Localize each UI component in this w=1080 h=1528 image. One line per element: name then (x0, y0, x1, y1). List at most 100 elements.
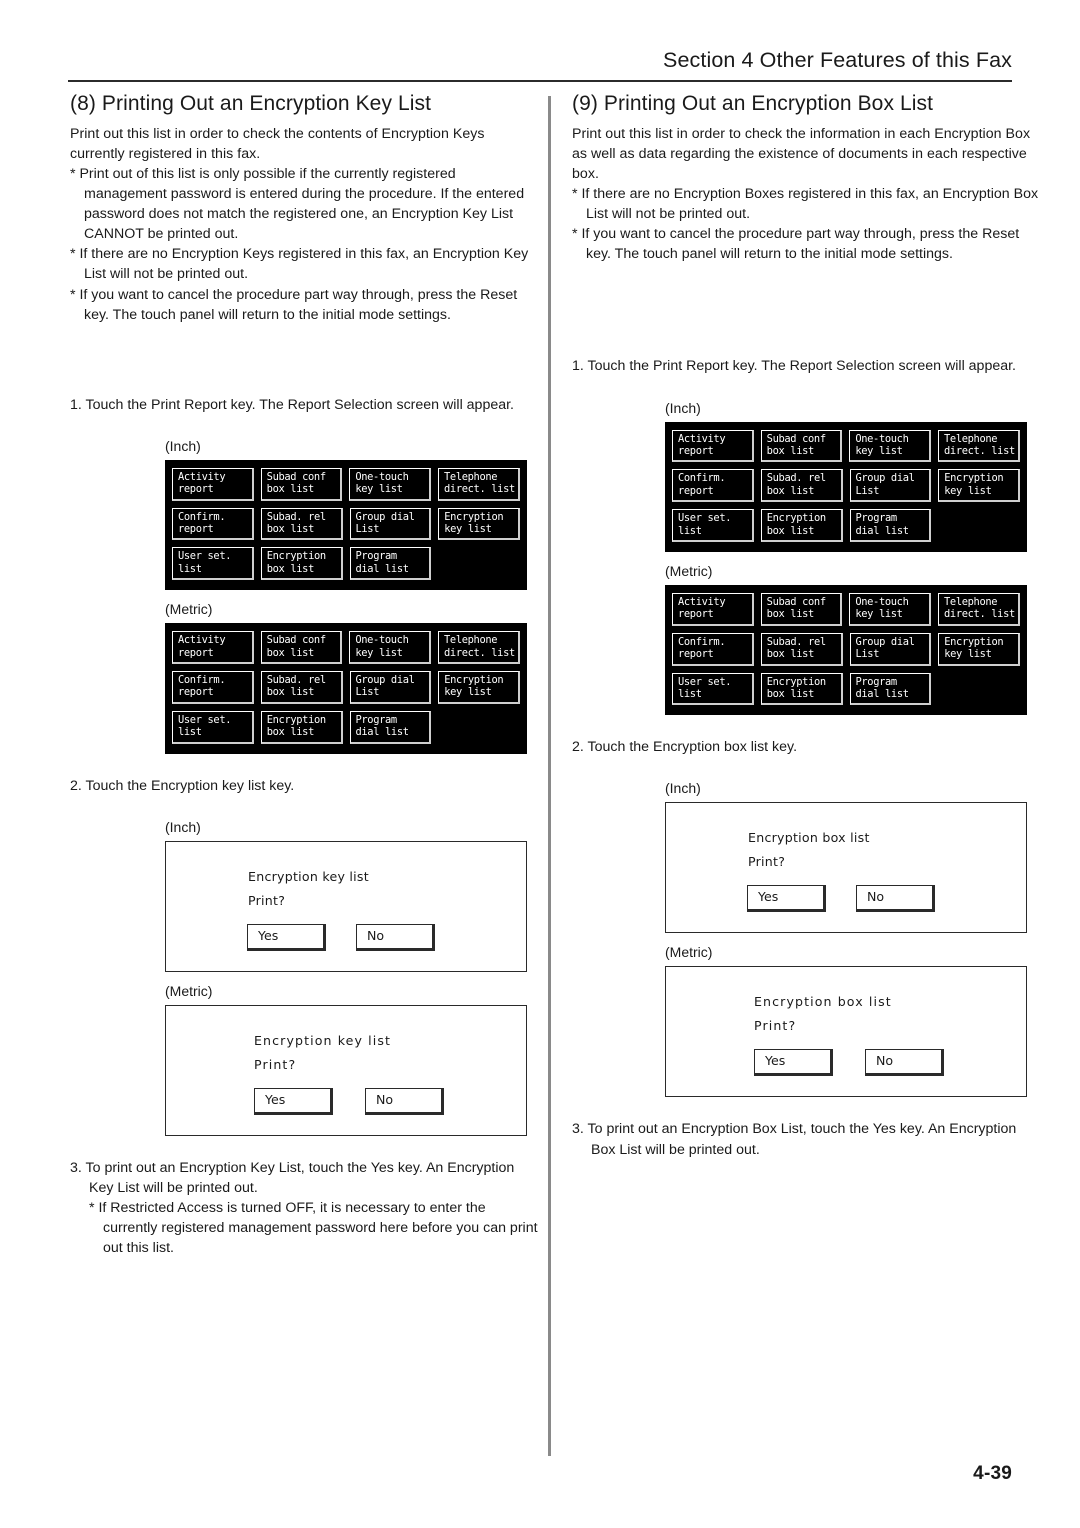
lcd-key-line2: box list (266, 523, 315, 536)
lcd-key-line1: One-touch (855, 595, 909, 608)
lcd-key-line2: key list (444, 523, 492, 536)
lcd-key-one-touch-key-list[interactable]: One-touch key list (849, 429, 932, 463)
lcd-key-one-touch-key-list[interactable]: One-touch key list (349, 467, 432, 501)
right-intro-text: Print out this list in order to check th… (572, 125, 1031, 182)
lcd-key-line2: dial list (355, 562, 410, 575)
lcd-key-group-dial-list[interactable]: Group dial List (849, 469, 932, 503)
no-button[interactable]: No (865, 1049, 944, 1077)
lcd-key-line2: direct. list (944, 444, 1015, 457)
lcd-key-activity-report[interactable]: Activity report (172, 467, 254, 501)
lcd-key-line2: box list (266, 686, 315, 699)
lcd-key-confirm-report[interactable]: Confirm. report (672, 632, 754, 666)
lcd-key-subad-rel-box-list[interactable]: Subad. rel box list (760, 632, 843, 666)
lcd-key-line1: Confirm. (678, 472, 726, 485)
lcd-key-confirm-report[interactable]: Confirm. report (172, 671, 254, 704)
lcd-key-subad-rel-box-list[interactable]: Subad. rel box list (260, 671, 343, 704)
lcd-key-encryption-key-list[interactable]: Encryption key list (438, 507, 520, 541)
lcd-key-line1: User set. (178, 550, 232, 563)
lcd-row: Activity report Subad conf box list One-… (172, 631, 521, 665)
report-selection-screen-metric[interactable]: Activity report Subad conf box list One-… (665, 584, 1027, 716)
left-dialog-unit-label-inch: (Inch) (165, 818, 201, 835)
lcd-row: Activity report Subad conf box list One-… (172, 467, 521, 501)
yes-button[interactable]: Yes (747, 885, 826, 913)
no-button[interactable]: No (856, 885, 935, 913)
left-dialog-unit-label-metric: (Metric) (165, 982, 213, 999)
lcd-key-line1: One-touch (855, 432, 909, 445)
lcd-key-encryption-key-list[interactable]: Encryption key list (438, 671, 520, 704)
lcd-key-subad-rel-box-list[interactable]: Subad. rel box list (260, 507, 343, 541)
yes-button[interactable]: Yes (254, 1087, 333, 1115)
lcd-key-one-touch-key-list[interactable]: One-touch key list (349, 631, 432, 665)
lcd-key-line2: direct. list (444, 483, 515, 496)
lcd-key-user-set-list[interactable]: User set. list (172, 710, 254, 744)
lcd-key-line2: box list (766, 444, 815, 457)
yes-button[interactable]: Yes (247, 923, 326, 951)
lcd-key-line1: Subad. rel (766, 472, 826, 485)
report-selection-screen-inch[interactable]: Activity report Subad conf box list One-… (665, 421, 1027, 552)
lcd-key-one-touch-key-list[interactable]: One-touch key list (849, 592, 932, 626)
lcd-key-confirm-report[interactable]: Confirm. report (172, 507, 254, 541)
lcd-key-subad-conf-box-list[interactable]: Subad conf box list (260, 631, 343, 665)
lcd-key-telephone-direct-list[interactable]: Telephone direct. list (938, 592, 1021, 626)
lcd-key-encryption-box-list[interactable]: Encryption box list (760, 672, 843, 706)
lcd-key-encryption-box-list[interactable]: Encryption box list (260, 710, 343, 744)
lcd-key-confirm-report[interactable]: Confirm. report (672, 469, 754, 503)
lcd-key-user-set-list[interactable]: User set. list (672, 509, 754, 542)
report-selection-screen-metric[interactable]: Activity report Subad conf box list One-… (165, 623, 527, 754)
lcd-key-encryption-key-list[interactable]: Encryption key list (938, 632, 1020, 666)
lcd-row: Confirm. report Subad. rel box list Grou… (672, 469, 1020, 503)
lcd-key-program-dial-list[interactable]: Program dial list (349, 710, 432, 744)
lcd-row: Activity report Subad conf box list One-… (672, 592, 1021, 626)
lcd-key-activity-report[interactable]: Activity report (672, 592, 754, 626)
lcd-key-subad-conf-box-list[interactable]: Subad conf box list (760, 592, 843, 626)
lcd-key-line2: report (678, 484, 714, 497)
lcd-key-line2: box list (266, 562, 315, 575)
lcd-key-line1: Group dial (355, 674, 415, 687)
lcd-key-subad-conf-box-list[interactable]: Subad conf box list (760, 429, 843, 463)
lcd-key-group-dial-list[interactable]: Group dial List (349, 671, 432, 704)
lcd-key-line1: Activity (178, 634, 226, 647)
lcd-key-line2: list (678, 687, 702, 700)
lcd-key-subad-rel-box-list[interactable]: Subad. rel box list (760, 469, 843, 503)
lcd-key-encryption-key-list[interactable]: Encryption key list (938, 469, 1020, 503)
lcd-key-line1: Encryption (266, 713, 326, 726)
lcd-key-line2: box list (766, 484, 815, 497)
dialog-title: Encryption box list (754, 994, 892, 1010)
lcd-key-line1: Activity (678, 432, 726, 445)
lcd-key-group-dial-list[interactable]: Group dial List (849, 632, 932, 666)
lcd-key-activity-report[interactable]: Activity report (672, 429, 754, 463)
report-selection-screen-inch[interactable]: Activity report Subad conf box list One-… (165, 459, 527, 591)
lcd-key-line1: Encryption (944, 472, 1004, 485)
lcd-key-line1: Subad conf (266, 634, 326, 647)
lcd-row: User set. list Encryption box list Progr… (672, 672, 1020, 706)
right-figure-report-metric: (Metric) Activity report Subad conf box … (665, 562, 1042, 716)
lcd-row: Confirm. report Subad. rel box list Grou… (172, 671, 520, 704)
lcd-key-line1: Program (355, 550, 398, 563)
left-note-3: * If you want to cancel the procedure pa… (70, 286, 518, 323)
yes-button[interactable]: Yes (754, 1049, 833, 1077)
lcd-key-encryption-box-list[interactable]: Encryption box list (260, 547, 343, 581)
lcd-key-line2: dial list (855, 524, 910, 537)
lcd-key-line2: key list (944, 648, 992, 661)
lcd-key-user-set-list[interactable]: User set. list (172, 547, 254, 581)
lcd-key-telephone-direct-list[interactable]: Telephone direct. list (938, 429, 1021, 463)
lcd-key-line2: box list (766, 608, 815, 621)
lcd-key-group-dial-list[interactable]: Group dial List (349, 507, 432, 541)
no-button[interactable]: No (356, 923, 435, 951)
page-header: Section 4 Other Features of this Fax (68, 48, 1012, 82)
lcd-key-program-dial-list[interactable]: Program dial list (849, 509, 932, 542)
lcd-key-telephone-direct-list[interactable]: Telephone direct. list (438, 467, 521, 501)
lcd-key-user-set-list[interactable]: User set. list (672, 672, 754, 706)
right-column: (9) Printing Out an Encryption Box List … (572, 92, 1042, 1160)
dialog-prompt: Print? (754, 1018, 797, 1034)
no-button[interactable]: No (365, 1087, 444, 1115)
print-confirm-dialog-metric: Encryption key list Print? Yes No (165, 1004, 527, 1136)
lcd-key-program-dial-list[interactable]: Program dial list (349, 547, 432, 581)
lcd-key-subad-conf-box-list[interactable]: Subad conf box list (260, 467, 343, 501)
lcd-key-activity-report[interactable]: Activity report (172, 631, 254, 665)
lcd-key-encryption-box-list[interactable]: Encryption box list (760, 509, 843, 542)
lcd-key-telephone-direct-list[interactable]: Telephone direct. list (438, 631, 521, 665)
lcd-key-program-dial-list[interactable]: Program dial list (849, 672, 932, 706)
